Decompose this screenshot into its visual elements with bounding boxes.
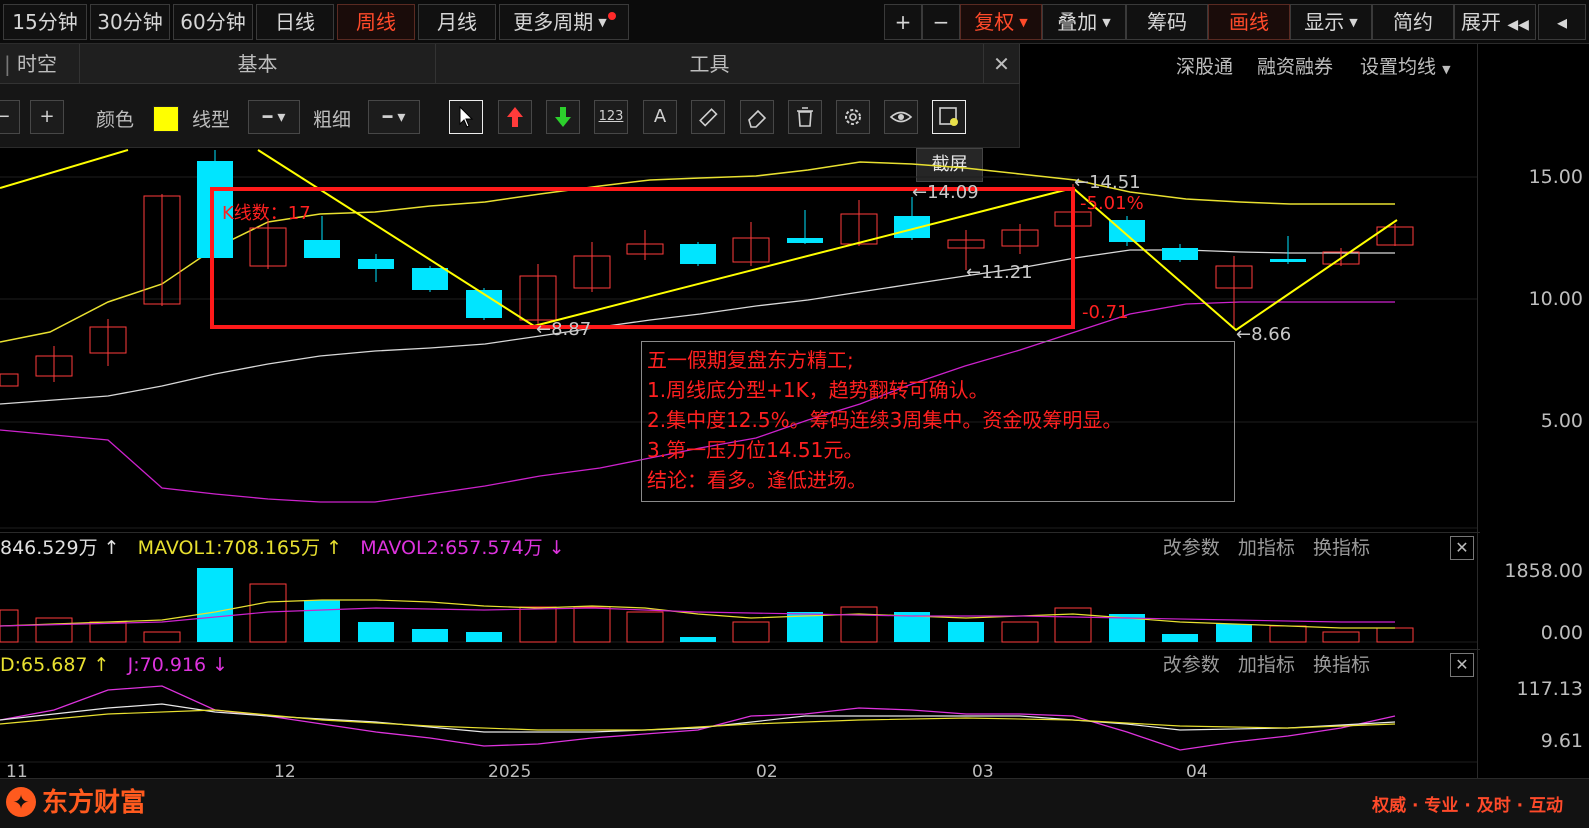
candle xyxy=(626,230,664,260)
display-dropdown[interactable]: 显示 ▼ xyxy=(1290,4,1372,40)
simple-mode-button[interactable]: 简约 xyxy=(1372,4,1454,40)
mavol2-value: MAVOL2:657.574万 xyxy=(360,537,543,559)
chevron-down-icon: ▼ xyxy=(1019,16,1028,29)
drawn-trendline[interactable] xyxy=(0,149,129,189)
overlay-dropdown[interactable]: 叠加 ▼ xyxy=(1042,4,1126,40)
volume-header: 846.529万 ↑ MAVOL1:708.165万 ↑ MAVOL2:657.… xyxy=(0,532,1480,562)
candle xyxy=(35,346,73,382)
logo-icon: ✦ xyxy=(6,786,36,817)
price-axis-label: 10.00 xyxy=(1528,288,1583,310)
candle xyxy=(680,242,716,266)
scroll-handle-button[interactable]: ◂ xyxy=(1538,4,1586,40)
analysis-note[interactable]: 五一假期复盘东方精工; 1.周线底分型+1K，趋势翻转可确认。 2.集中度12.… xyxy=(641,341,1235,502)
notification-dot-icon xyxy=(607,12,616,20)
kdj-axis-label: 9.61 xyxy=(1540,730,1583,752)
mavol1-value: MAVOL1:708.165万 xyxy=(137,537,321,559)
close-volume-button[interactable]: ✕ xyxy=(1450,536,1474,560)
price-adjust-dropdown[interactable]: 复权 ▼ xyxy=(960,4,1042,40)
candle xyxy=(787,210,823,244)
candle xyxy=(412,266,448,292)
kdj-chart[interactable] xyxy=(0,680,1477,760)
footer-bar: ✦ 东方财富 权威 · 专业 · 及时 · 互动 xyxy=(0,778,1589,828)
switch-indicator-link[interactable]: 换指标 xyxy=(1313,537,1370,559)
candle xyxy=(1162,244,1198,262)
add-indicator-link[interactable]: 加指标 xyxy=(1238,537,1295,559)
kdj-header: D:65.687 ↑ J:70.916 ↓ 改参数 加指标 换指标 xyxy=(0,649,1480,679)
low-annotation: ←8.66 xyxy=(1236,324,1292,345)
highlight-box[interactable] xyxy=(210,187,1075,329)
volume-value: 846.529万 xyxy=(0,537,98,559)
note-line: 1.周线底分型+1K，趋势翻转可确认。 xyxy=(647,378,989,402)
pct-annotation: -0.71 xyxy=(1082,302,1129,323)
kdj-d-value: D:65.687 xyxy=(0,654,88,676)
period-60min-button[interactable]: 60分钟 xyxy=(173,4,253,40)
low-annotation: ←8.87 xyxy=(536,319,592,340)
note-line: 结论：看多。逢低进场。 xyxy=(647,468,867,492)
double-chevron-left-icon: ◀◀ xyxy=(1507,17,1529,33)
more-periods-label: 更多周期 xyxy=(513,10,594,34)
overlay-label: 叠加 xyxy=(1057,10,1098,34)
expand-label: 展开 xyxy=(1461,10,1502,34)
period-weekly-button[interactable]: 周线 xyxy=(337,4,415,40)
eastmoney-logo: ✦ 东方财富 xyxy=(6,785,146,821)
more-periods-dropdown[interactable]: 更多周期 ▼ xyxy=(499,4,629,40)
volume-chart[interactable] xyxy=(0,562,1477,644)
period-daily-button[interactable]: 日线 xyxy=(256,4,334,40)
candle xyxy=(519,264,557,326)
draw-line-button[interactable]: 画线 xyxy=(1208,4,1290,40)
candle xyxy=(1270,236,1306,264)
candle xyxy=(573,242,611,292)
note-line: 五一假期复盘东方精工; xyxy=(647,348,854,372)
pct-annotation: -5.01% xyxy=(1080,193,1144,214)
candle xyxy=(732,222,770,266)
volume-axis-label: 1858.00 xyxy=(1504,560,1583,582)
candle xyxy=(894,197,930,240)
chevron-down-icon: ▼ xyxy=(1102,16,1111,29)
note-line: 3.第一压力位14.51元。 xyxy=(647,438,864,462)
chevron-down-icon: ▼ xyxy=(1349,16,1358,29)
zoom-out-button[interactable]: − xyxy=(922,4,960,40)
period-monthly-button[interactable]: 月线 xyxy=(418,4,496,40)
candle xyxy=(358,254,394,282)
zoom-in-button[interactable]: + xyxy=(884,4,922,40)
candle xyxy=(0,373,19,387)
low-annotation: ←11.21 xyxy=(966,262,1033,283)
expand-button[interactable]: 展开 ◀◀ xyxy=(1454,4,1536,40)
period-30min-button[interactable]: 30分钟 xyxy=(90,4,170,40)
high-annotation: ←14.09 xyxy=(912,182,979,203)
candle xyxy=(1376,224,1414,246)
add-indicator-link[interactable]: 加指标 xyxy=(1238,654,1295,676)
kdj-j-value: J:70.916 xyxy=(127,654,207,676)
switch-indicator-link[interactable]: 换指标 xyxy=(1313,654,1370,676)
modify-params-link[interactable]: 改参数 xyxy=(1163,654,1220,676)
display-label: 显示 xyxy=(1304,10,1345,34)
price-axis-label: 15.00 xyxy=(1528,166,1583,188)
kdj-axis-label: 117.13 xyxy=(1516,678,1583,700)
volume-axis-label: 0.00 xyxy=(1540,622,1583,644)
candle xyxy=(466,288,502,320)
price-axis-label: 5.00 xyxy=(1540,410,1583,432)
close-kdj-button[interactable]: ✕ xyxy=(1450,653,1474,677)
modify-params-link[interactable]: 改参数 xyxy=(1163,537,1220,559)
footer-slogan: 权威 · 专业 · 及时 · 互动 xyxy=(1372,796,1563,816)
candle xyxy=(1109,216,1145,246)
k-count-label: K线数：17 xyxy=(222,203,311,224)
candle xyxy=(143,194,181,306)
candle xyxy=(89,319,127,366)
chevron-down-icon: ▼ xyxy=(598,16,607,29)
note-line: 2.集中度12.5%。筹码连续3周集中。资金吸筹明显。 xyxy=(647,408,1123,432)
chip-distribution-button[interactable]: 筹码 xyxy=(1126,4,1208,40)
candle xyxy=(1001,224,1039,254)
price-adjust-label: 复权 xyxy=(974,10,1015,34)
period-toolbar: 15分钟 30分钟 60分钟 日线 周线 月线 更多周期 ▼ + − 复权 ▼ 叠加… xyxy=(0,0,1589,44)
kdj-links: 改参数 加指标 换指标 xyxy=(1163,650,1370,680)
volume-links: 改参数 加指标 换指标 xyxy=(1163,533,1370,563)
high-annotation: ←14.51 xyxy=(1074,172,1141,193)
period-15min-button[interactable]: 15分钟 xyxy=(3,4,87,40)
